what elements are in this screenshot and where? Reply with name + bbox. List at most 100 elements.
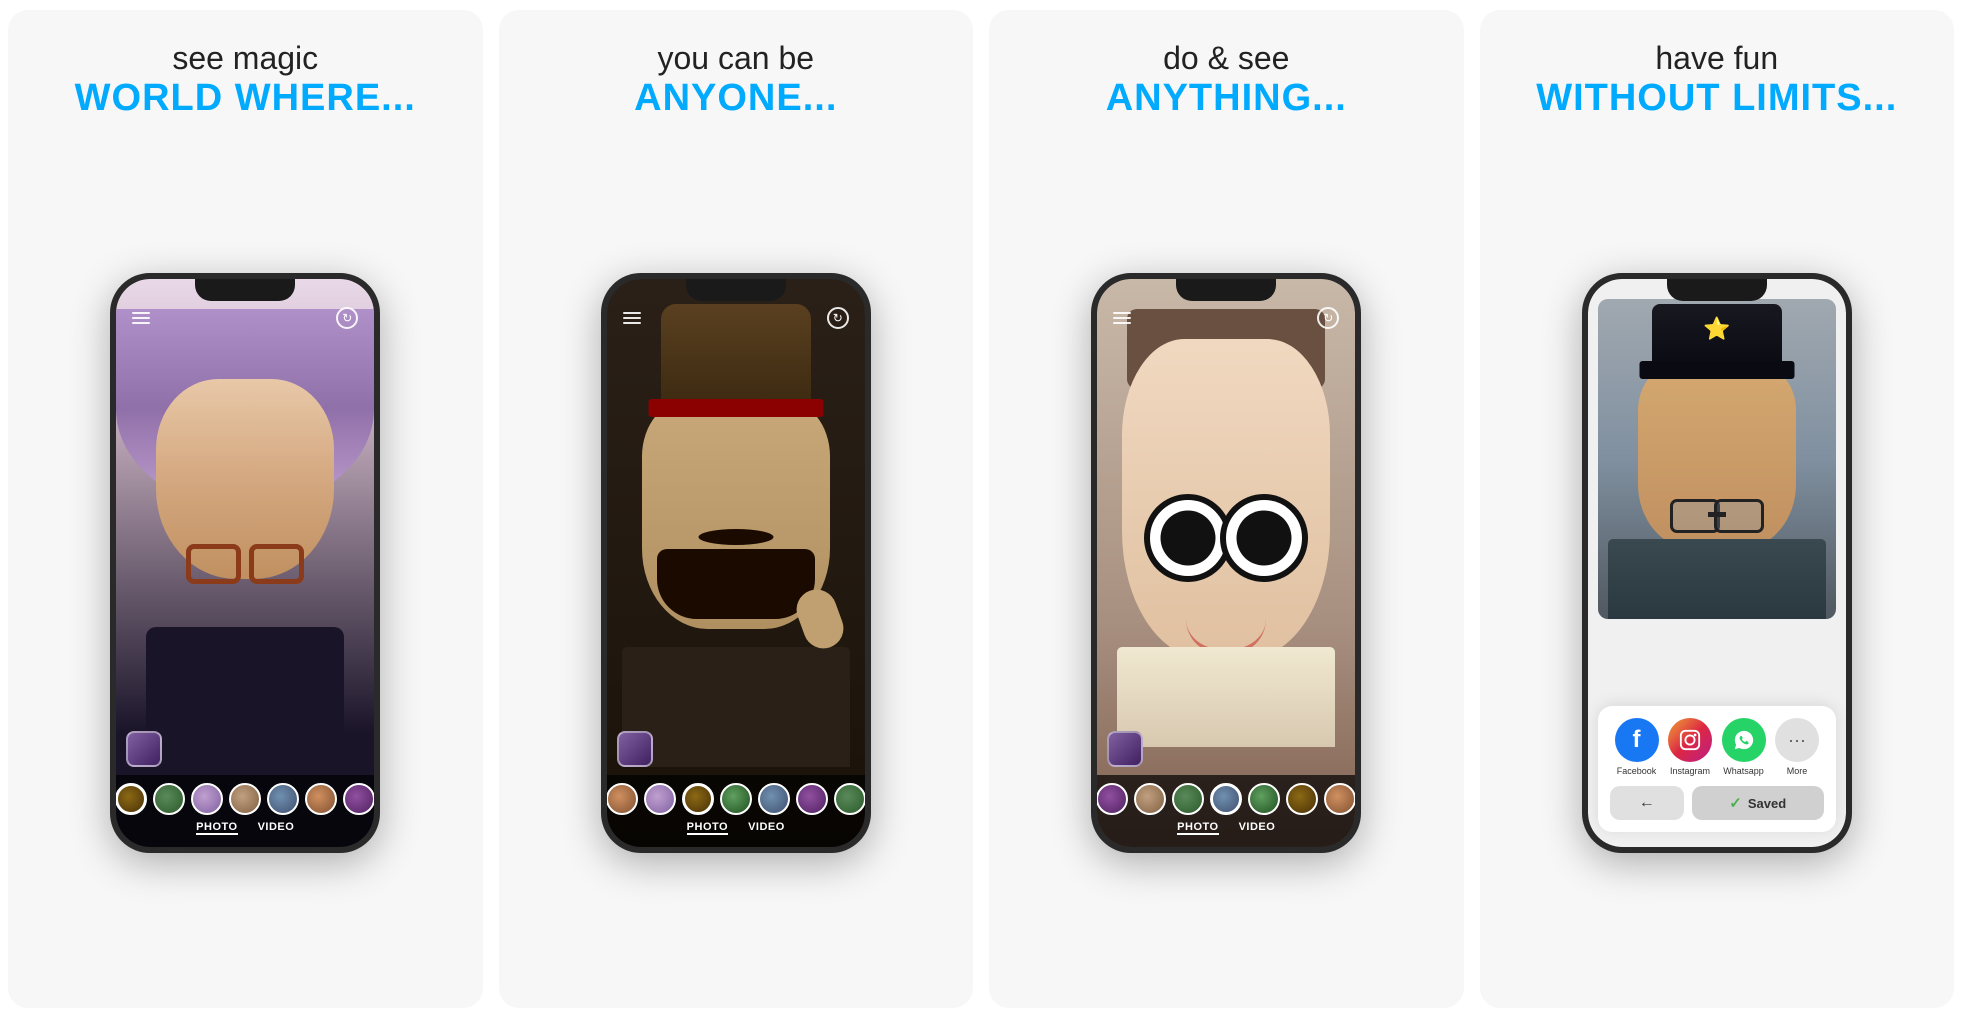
panel-4-heading: WITHOUT LIMITS... — [1536, 77, 1897, 120]
body-3 — [1117, 647, 1335, 747]
panel-3-subtitle: do & see — [1106, 40, 1347, 77]
avatar-3-4[interactable] — [1210, 783, 1242, 815]
whatsapp-icon[interactable] — [1722, 718, 1766, 762]
avatar-2-7[interactable] — [834, 783, 865, 815]
phone-2: PHOTO VIDEO — [601, 273, 871, 853]
panel-3: do & see ANYTHING... — [989, 10, 1464, 1008]
panel-2-phone-wrap: PHOTO VIDEO — [519, 138, 954, 988]
avatar-2-4[interactable] — [720, 783, 752, 815]
eye-left-3 — [1144, 494, 1232, 582]
panel-2-heading: ANYONE... — [634, 77, 837, 120]
face-1 — [156, 379, 334, 579]
screen-3-content: PHOTO VIDEO — [1097, 279, 1355, 847]
screen-1-content: PHOTO VIDEO — [116, 279, 374, 847]
panel-4-subtitle: have fun — [1536, 40, 1897, 77]
avatar-1-6[interactable] — [305, 783, 337, 815]
pirate-hat-band-2 — [648, 399, 823, 417]
avatar-row-2 — [607, 783, 865, 815]
police-badge-star: ⭐ — [1703, 316, 1730, 342]
avatar-1-4[interactable] — [229, 783, 261, 815]
avatar-1-3[interactable] — [191, 783, 223, 815]
instagram-icon[interactable] — [1668, 718, 1712, 762]
back-arrow-icon: ← — [1639, 794, 1655, 812]
avatar-1-2[interactable] — [153, 783, 185, 815]
panel-1-phone-wrap: PHOTO VIDEO — [28, 138, 463, 988]
pirate-body-2 — [622, 647, 850, 767]
avatar-2-3[interactable] — [682, 783, 714, 815]
share-app-more[interactable]: ··· More — [1775, 718, 1819, 776]
avatar-2-1[interactable] — [607, 783, 638, 815]
glasses-right-1 — [249, 544, 304, 584]
camera-flip-icon-3[interactable] — [1317, 307, 1339, 329]
avatar-row-1 — [116, 783, 374, 815]
share-action-buttons: ← ✓ Saved — [1610, 786, 1824, 820]
saved-button[interactable]: ✓ Saved — [1692, 786, 1824, 820]
police-body-4 — [1608, 539, 1826, 619]
thumbnail-1[interactable] — [126, 731, 162, 767]
camera-flip-icon-1[interactable] — [336, 307, 358, 329]
check-icon: ✓ — [1729, 794, 1742, 812]
facebook-label: Facebook — [1617, 766, 1657, 776]
phone-3-notch — [1176, 279, 1276, 301]
screen-3-bottom: PHOTO VIDEO — [1097, 775, 1355, 847]
share-app-facebook[interactable]: f Facebook — [1615, 718, 1659, 776]
avatar-2-6[interactable] — [796, 783, 828, 815]
video-tab-3[interactable]: VIDEO — [1239, 821, 1276, 835]
screen-2-controls — [607, 307, 865, 329]
avatar-3-6[interactable] — [1286, 783, 1318, 815]
avatar-3-3[interactable] — [1172, 783, 1204, 815]
video-tab-2[interactable]: VIDEO — [748, 821, 785, 835]
more-label: More — [1787, 766, 1808, 776]
menu-icon-2[interactable] — [623, 312, 641, 324]
saved-label: Saved — [1748, 796, 1786, 811]
share-app-instagram[interactable]: Instagram — [1668, 718, 1712, 776]
share-sheet: f Facebook — [1598, 706, 1836, 832]
thumbnail-2[interactable] — [617, 731, 653, 767]
glasses-left-1 — [186, 544, 241, 584]
more-icon[interactable]: ··· — [1775, 718, 1819, 762]
avatar-3-1[interactable] — [1097, 783, 1128, 815]
video-tab-1[interactable]: VIDEO — [258, 821, 295, 835]
police-glasses-bridge-4 — [1708, 512, 1726, 517]
menu-icon-3[interactable] — [1113, 312, 1131, 324]
mode-tabs-3: PHOTO VIDEO — [1097, 821, 1355, 835]
panel-1-heading: WORLD WHERE... — [75, 77, 416, 120]
back-button[interactable]: ← — [1610, 786, 1684, 820]
avatar-2-2[interactable] — [644, 783, 676, 815]
screen-2-content: PHOTO VIDEO — [607, 279, 865, 847]
panel-1-title: see magic WORLD WHERE... — [75, 40, 416, 120]
avatar-3-7[interactable] — [1324, 783, 1355, 815]
panel-2-subtitle: you can be — [634, 40, 837, 77]
panel-4-phone-wrap: ⭐ — [1500, 138, 1935, 988]
pirate-beard-2 — [657, 549, 815, 619]
avatar-1-5[interactable] — [267, 783, 299, 815]
photo-tab-2[interactable]: PHOTO — [687, 821, 728, 835]
mode-tabs-1: PHOTO VIDEO — [116, 821, 374, 835]
police-face-4 — [1638, 364, 1796, 549]
menu-icon-1[interactable] — [132, 312, 150, 324]
share-app-whatsapp[interactable]: Whatsapp — [1722, 718, 1766, 776]
panel-3-title: do & see ANYTHING... — [1106, 40, 1347, 120]
photo-tab-1[interactable]: PHOTO — [196, 821, 237, 835]
avatar-3-5[interactable] — [1248, 783, 1280, 815]
avatar-1-1[interactable] — [116, 783, 147, 815]
avatar-1-7[interactable] — [343, 783, 374, 815]
police-hat-4: ⭐ — [1652, 304, 1782, 369]
face-3 — [1122, 339, 1330, 659]
screen-1-bottom: PHOTO VIDEO — [116, 775, 374, 847]
facebook-icon[interactable]: f — [1615, 718, 1659, 762]
panel-2-title: you can be ANYONE... — [634, 40, 837, 120]
phone-4: ⭐ — [1582, 273, 1852, 853]
panel-4: have fun WITHOUT LIMITS... ⭐ — [1480, 10, 1955, 1008]
whatsapp-label: Whatsapp — [1723, 766, 1764, 776]
instagram-label: Instagram — [1670, 766, 1710, 776]
phone-3-screen: PHOTO VIDEO — [1097, 279, 1355, 847]
thumbnail-3[interactable] — [1107, 731, 1143, 767]
screen-1-controls — [116, 307, 374, 329]
phone-1-notch — [195, 279, 295, 301]
avatar-3-2[interactable] — [1134, 783, 1166, 815]
camera-flip-icon-2[interactable] — [827, 307, 849, 329]
photo-tab-3[interactable]: PHOTO — [1177, 821, 1218, 835]
avatar-2-5[interactable] — [758, 783, 790, 815]
eye-right-3 — [1220, 494, 1308, 582]
